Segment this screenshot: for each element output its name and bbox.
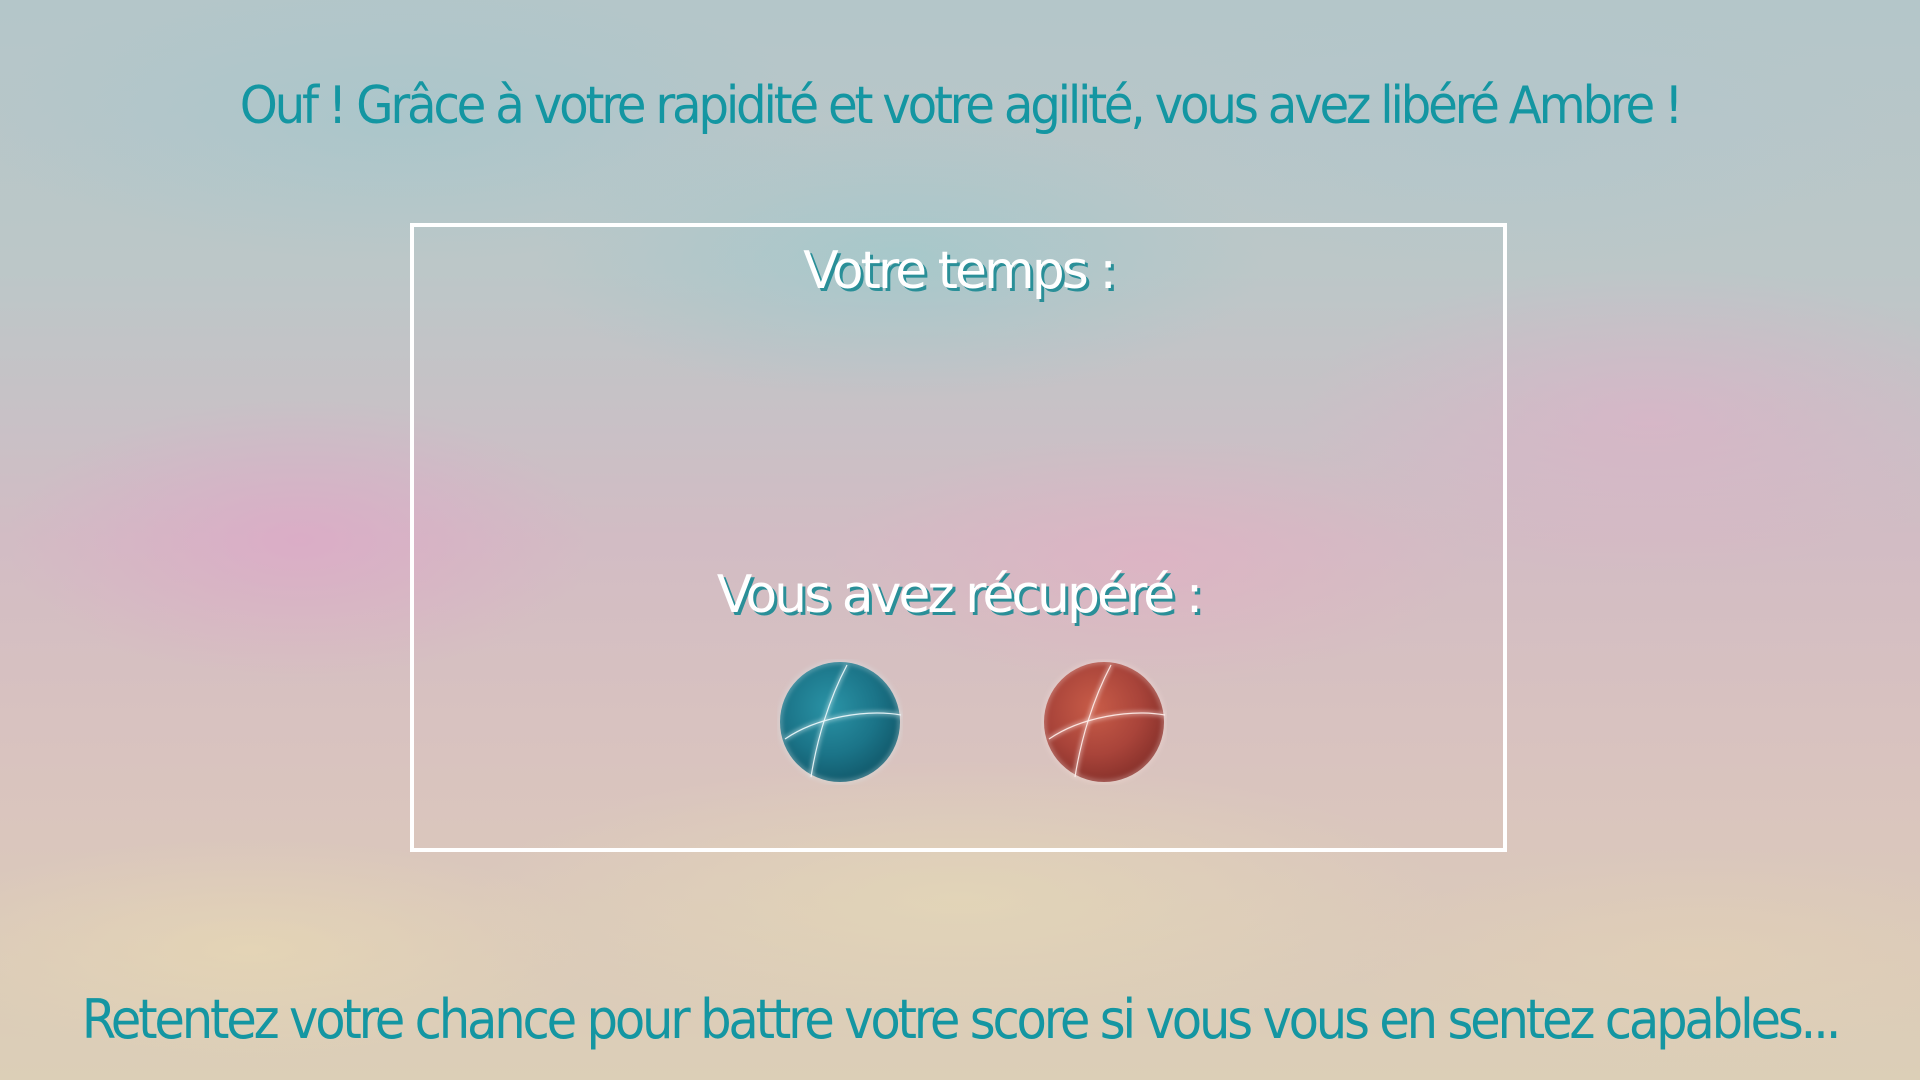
results-panel: Votre temps : Vous avez récupéré : [410, 223, 1507, 852]
blue-orb-icon [778, 660, 902, 784]
recovered-label: Vous avez récupéré : [716, 565, 1203, 625]
time-label: Votre temps : [803, 241, 1117, 301]
success-message: Ouf ! Grâce à votre rapidité et votre ag… [239, 76, 1684, 136]
retry-message: Retentez votre chance pour battre votre … [81, 988, 1842, 1051]
red-orb-icon [1042, 660, 1166, 784]
